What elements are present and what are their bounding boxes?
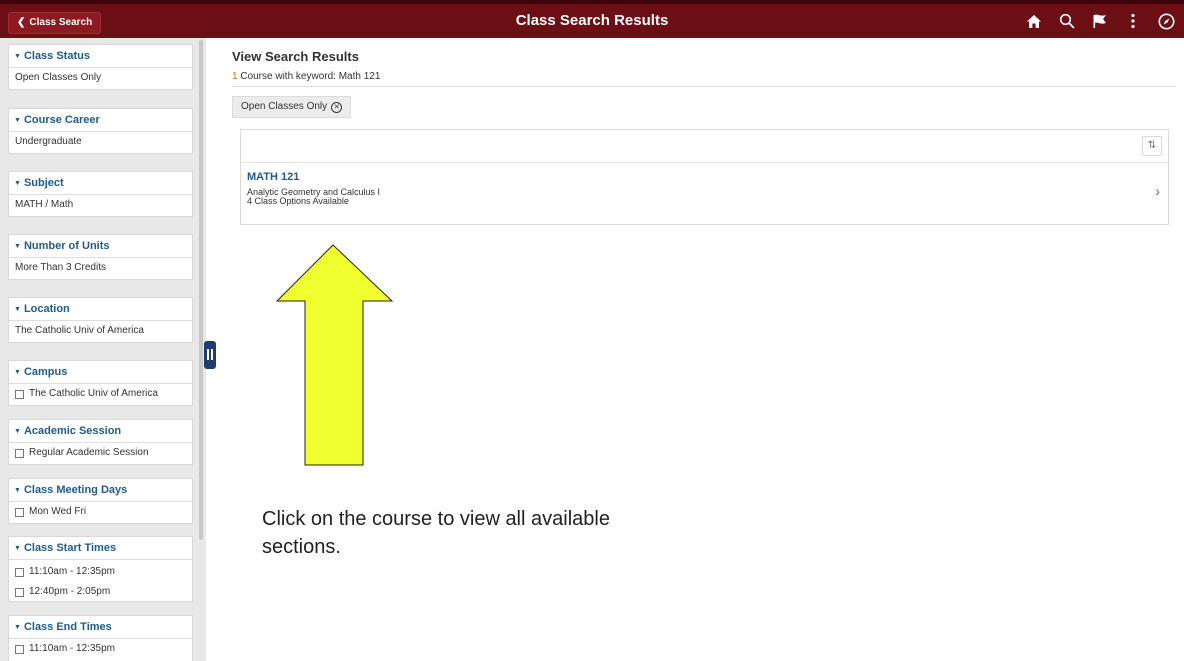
home-icon[interactable] (1024, 11, 1044, 31)
caret-down-icon: ▼ (14, 53, 21, 60)
caret-down-icon: ▼ (14, 428, 21, 435)
facet-class-meeting-days: ▼ Class Meeting Days Mon Wed Fri (8, 478, 193, 524)
caret-down-icon: ▼ (14, 487, 21, 494)
sidebar-scrollbar[interactable] (199, 40, 203, 540)
facet-option-label: 11:10am - 12:35pm (29, 566, 115, 577)
pause-bar-icon (207, 349, 209, 360)
facet-header-number-of-units[interactable]: ▼ Number of Units (9, 235, 192, 258)
facet-option-checkbox[interactable]: 12:40pm - 2:05pm (9, 582, 192, 602)
course-code: MATH 121 (247, 171, 300, 183)
facet-option-label: 12:40pm - 2:05pm (29, 586, 111, 597)
facet-number-of-units: ▼ Number of Units More Than 3 Credits (8, 234, 193, 280)
facet-value: Open Classes Only (15, 72, 102, 83)
sort-icon: ⇅ (1147, 140, 1157, 151)
facet-subject: ▼ Subject MATH / Math (8, 171, 193, 217)
top-header-bar: ❮ Class Search Class Search Results (0, 0, 1184, 38)
divider (232, 86, 1176, 87)
header-actions (1011, 11, 1176, 31)
page-title: Class Search Results (515, 12, 669, 29)
checkbox[interactable] (15, 448, 24, 458)
facet-header-location[interactable]: ▼ Location (9, 298, 192, 321)
facet-course-career: ▼ Course Career Undergraduate (8, 108, 193, 154)
arrow-up-icon (275, 244, 394, 466)
caret-down-icon: ▼ (14, 545, 21, 552)
facet-option-checkbox[interactable]: 11:10am - 12:35pm (9, 562, 192, 582)
facet-header-class-end-times[interactable]: ▼ Class End Times (9, 616, 192, 639)
facet-location: ▼ Location The Catholic Univ of America (8, 297, 193, 343)
facet-option-checkbox[interactable]: Regular Academic Session (9, 443, 192, 463)
results-toolbar: ⇅ (241, 130, 1168, 163)
annotation-text: Click on the course to view all availabl… (262, 508, 610, 558)
facet-title: Class Status (23, 50, 90, 62)
facet-title: Class End Times (23, 621, 112, 633)
facet-header-academic-session[interactable]: ▼ Academic Session (9, 420, 192, 443)
course-options-count: 4 Class Options Available (247, 196, 349, 206)
facet-option-label: Regular Academic Session (29, 447, 149, 458)
facet-header-class-meeting-days[interactable]: ▼ Class Meeting Days (9, 479, 192, 502)
facet-header-class-start-times[interactable]: ▼ Class Start Times (9, 537, 192, 560)
caret-down-icon: ▼ (14, 180, 21, 187)
facet-option-checkbox[interactable]: Mon Wed Fri (9, 502, 192, 522)
chevron-right-icon: › (1155, 183, 1160, 199)
results-grid: ⇅ MATH 121 Analytic Geometry and Calculu… (240, 129, 1169, 225)
facet-value: MATH / Math (15, 199, 74, 210)
facet-title: Class Start Times (23, 542, 117, 554)
checkbox[interactable] (15, 587, 24, 597)
course-row[interactable]: MATH 121 Analytic Geometry and Calculus … (241, 163, 1168, 225)
facet-option-label: 11:10am - 12:35pm (29, 643, 115, 654)
pause-bar-icon (211, 349, 213, 360)
facet-option-checkbox[interactable]: 11:10am - 12:35pm (9, 639, 192, 659)
facet-class-status: ▼ Class Status Open Classes Only (8, 44, 193, 90)
filter-pill-label: Open Classes Only (241, 101, 328, 112)
facet-value: The Catholic Univ of America (15, 325, 144, 336)
flag-icon[interactable] (1090, 11, 1110, 31)
facet-header-campus[interactable]: ▼ Campus (9, 361, 192, 384)
caret-down-icon: ▼ (14, 624, 21, 631)
facet-value: Undergraduate (15, 136, 82, 147)
result-summary-text: Course with keyword: Math 121 (237, 71, 381, 82)
remove-filter-icon[interactable]: ✕ (331, 101, 343, 113)
facet-value: More Than 3 Credits (15, 262, 106, 273)
facet-title: Location (23, 303, 70, 315)
facet-header-class-status[interactable]: ▼ Class Status (9, 45, 192, 68)
facet-class-start-times: ▼ Class Start Times 11:10am - 12:35pm 12:… (8, 536, 193, 602)
checkbox[interactable] (15, 507, 24, 517)
filter-sidebar: ▼ Class Status Open Classes Only ▼ Course … (0, 38, 206, 661)
compass-icon[interactable] (1156, 11, 1176, 31)
checkbox[interactable] (15, 644, 24, 654)
facet-title: Campus (23, 366, 68, 378)
facet-title: Class Meeting Days (23, 484, 128, 496)
caret-down-icon: ▼ (14, 117, 21, 124)
facet-title: Course Career (23, 114, 100, 126)
result-summary: 1 Course with keyword: Math 121 (232, 71, 380, 82)
facet-option-label: Mon Wed Fri (29, 506, 87, 517)
facet-title: Academic Session (23, 425, 122, 437)
results-heading: View Search Results (232, 49, 359, 64)
checkbox[interactable] (15, 389, 24, 399)
facet-option-checkbox[interactable]: The Catholic Univ of America (9, 384, 192, 404)
facet-academic-session: ▼ Academic Session Regular Academic Sessi… (8, 419, 193, 465)
more-icon[interactable] (1123, 11, 1143, 31)
caret-down-icon: ▼ (14, 243, 21, 250)
caret-down-icon: ▼ (14, 306, 21, 313)
facet-class-end-times: ▼ Class End Times 11:10am - 12:35pm (8, 615, 193, 661)
caret-down-icon: ▼ (14, 369, 21, 376)
sort-button[interactable]: ⇅ (1142, 136, 1162, 156)
checkbox[interactable] (15, 567, 24, 577)
facet-option-label: The Catholic Univ of America (29, 388, 158, 399)
facet-header-subject[interactable]: ▼ Subject (9, 172, 192, 195)
facet-title: Number of Units (23, 240, 110, 252)
search-icon[interactable] (1057, 11, 1077, 31)
filter-pill-open-classes[interactable]: Open Classes Only ✕ (232, 96, 352, 118)
collapse-sidebar-button[interactable] (204, 341, 216, 369)
facet-title: Subject (23, 177, 64, 189)
facet-header-course-career[interactable]: ▼ Course Career (9, 109, 192, 132)
facet-campus: ▼ Campus The Catholic Univ of America (8, 360, 193, 406)
